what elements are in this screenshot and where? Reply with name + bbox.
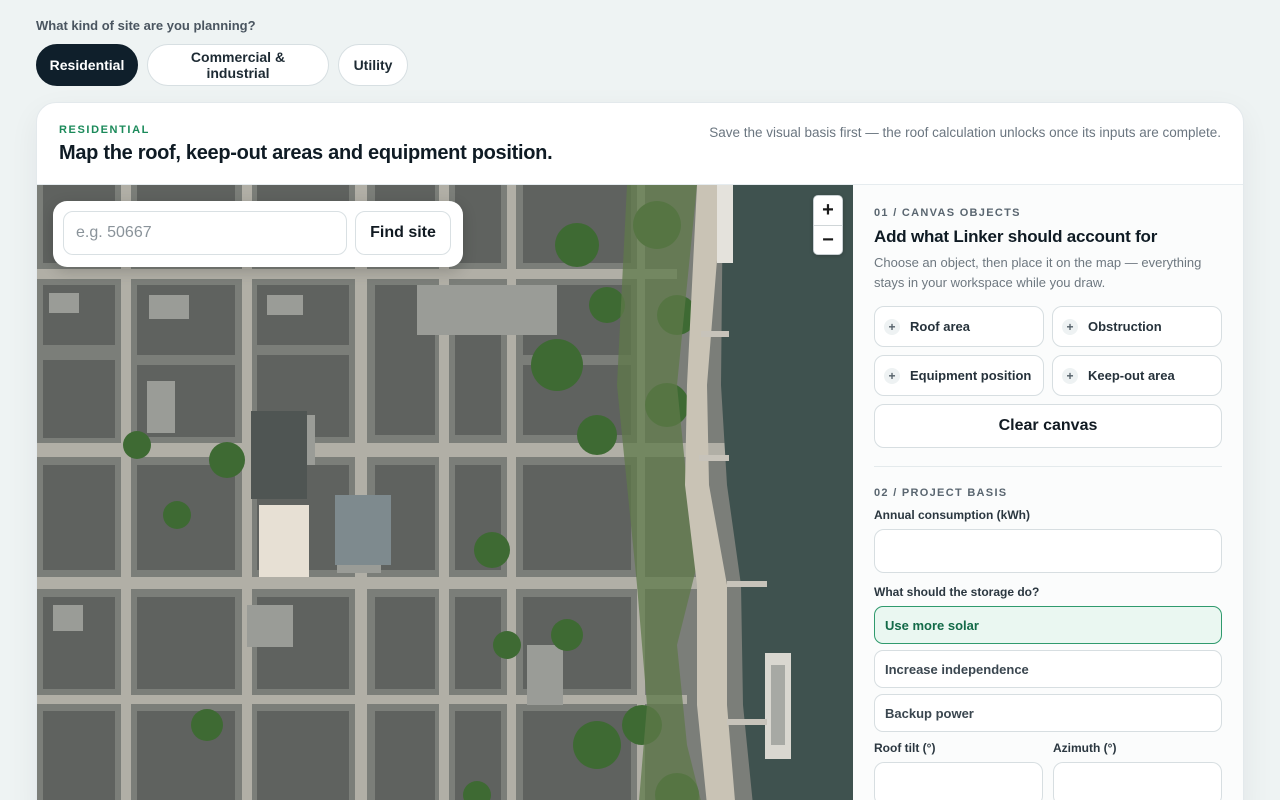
card-eyebrow: RESIDENTIAL — [59, 124, 150, 136]
add-roof-area-button[interactable]: + Roof area — [874, 306, 1044, 347]
roof-tilt-input[interactable] — [874, 762, 1043, 800]
site-type-utility[interactable]: Utility — [338, 44, 408, 86]
zoom-control: + − — [813, 195, 843, 255]
planner-card: RESIDENTIAL Map the roof, keep-out areas… — [36, 102, 1244, 800]
satellite-map[interactable]: Find site + − — [37, 185, 853, 800]
canvas-objects-section-label: 01 / CANVAS OBJECTS — [874, 207, 1021, 219]
azimuth-label: Azimuth (°) — [1053, 741, 1117, 755]
section-divider — [874, 466, 1222, 467]
azimuth-group: Azimuth (°) — [1053, 732, 1222, 800]
site-type-selector: Residential Commercial & industrial Util… — [36, 44, 408, 86]
canvas-object-grid: + Roof area + Obstruction + Equipment po… — [874, 306, 1222, 396]
settings-panel: 01 / CANVAS OBJECTS Add what Linker shou… — [853, 185, 1243, 800]
project-basis-section-label: 02 / PROJECT BASIS — [874, 487, 1008, 499]
storage-option-use-more-solar[interactable]: Use more solar — [874, 606, 1222, 644]
object-label: Equipment position — [910, 368, 1032, 383]
plus-icon: + — [884, 318, 900, 335]
roof-tilt-group: Roof tilt (°) — [874, 732, 1043, 800]
site-type-question: What kind of site are you planning? — [36, 18, 256, 33]
satellite-imagery — [37, 185, 853, 800]
object-label: Keep-out area — [1088, 368, 1175, 383]
site-type-residential[interactable]: Residential — [36, 44, 138, 86]
annual-consumption-input[interactable] — [874, 529, 1222, 573]
card-header: RESIDENTIAL Map the roof, keep-out areas… — [37, 103, 1243, 185]
plus-icon: + — [884, 367, 900, 384]
azimuth-input[interactable] — [1053, 762, 1222, 800]
object-label: Roof area — [910, 319, 970, 334]
postcode-search-input[interactable] — [63, 211, 347, 255]
zoom-out-button[interactable]: − — [814, 225, 842, 254]
site-type-commercial[interactable]: Commercial & industrial — [147, 44, 329, 86]
site-search-panel: Find site — [53, 201, 463, 267]
storage-option-increase-independence[interactable]: Increase independence — [874, 650, 1222, 688]
clear-canvas-button[interactable]: Clear canvas — [874, 404, 1222, 448]
add-equipment-position-button[interactable]: + Equipment position — [874, 355, 1044, 396]
plus-icon: + — [1062, 318, 1078, 335]
canvas-objects-description: Choose an object, then place it on the m… — [874, 255, 1202, 290]
zoom-in-button[interactable]: + — [814, 196, 842, 225]
add-keep-out-area-button[interactable]: + Keep-out area — [1052, 355, 1222, 396]
plus-icon: + — [1062, 367, 1078, 384]
card-note: Save the visual basis first — the roof c… — [709, 125, 1221, 140]
object-label: Obstruction — [1088, 319, 1162, 334]
storage-purpose-label: What should the storage do? — [874, 585, 1040, 599]
card-title: Map the roof, keep-out areas and equipme… — [59, 142, 553, 164]
add-obstruction-button[interactable]: + Obstruction — [1052, 306, 1222, 347]
orientation-row: Roof tilt (°) Azimuth (°) — [874, 732, 1222, 800]
storage-option-backup-power[interactable]: Backup power — [874, 694, 1222, 732]
find-site-button[interactable]: Find site — [355, 211, 451, 255]
roof-tilt-label: Roof tilt (°) — [874, 741, 936, 755]
canvas-objects-title: Add what Linker should account for — [874, 227, 1158, 246]
annual-consumption-label: Annual consumption (kWh) — [874, 508, 1030, 522]
